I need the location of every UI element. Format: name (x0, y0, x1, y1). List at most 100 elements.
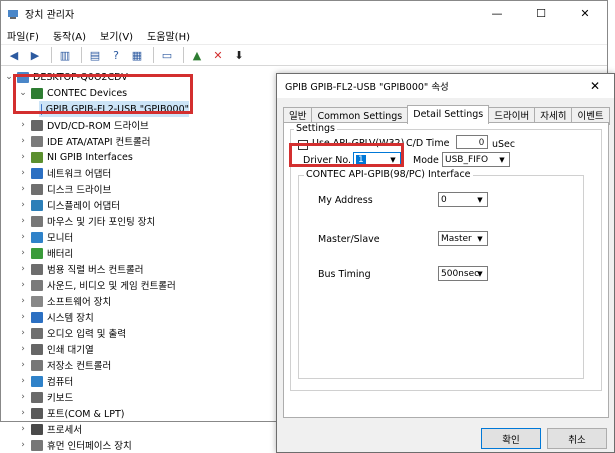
tree-item-label: 소프트웨어 장치 (47, 297, 112, 308)
tree-item-label: 사운드, 비디오 및 게임 컨트롤러 (47, 281, 176, 292)
dropdown-arrow-icon: ▼ (477, 269, 483, 278)
bus-timing-label: Bus Timing (318, 269, 371, 280)
expand-chevron-icon[interactable]: › (17, 424, 29, 434)
expand-chevron-icon[interactable]: › (17, 136, 29, 146)
tree-item-label: 모니터 (47, 233, 74, 244)
settings-group-label: Settings (294, 123, 337, 134)
tree-item-label: 저장소 컨트롤러 (47, 361, 112, 372)
expand-chevron-icon[interactable]: › (17, 392, 29, 402)
tree-item-label: 네트워크 어댑터 (47, 169, 112, 180)
cd-time-unit: uSec (492, 139, 516, 150)
tree-item-label: 컴퓨터 (47, 377, 74, 388)
bus-timing-select[interactable]: 500nsec ▼ (438, 266, 488, 281)
menu-view[interactable]: 보기(V) (100, 28, 133, 43)
close-button[interactable]: ✕ (563, 1, 607, 26)
console-tree-icon[interactable]: ▥ (56, 46, 74, 64)
expand-chevron-icon[interactable]: › (17, 312, 29, 322)
menu-bar: 파일(F) 동작(A) 보기(V) 도움말(H) (1, 26, 607, 44)
cd-time-label: C/D Time (406, 138, 450, 149)
menu-help[interactable]: 도움말(H) (147, 28, 190, 43)
mode-select[interactable]: USB_FIFO ▼ (442, 152, 510, 167)
device-category-icon (31, 279, 43, 291)
master-slave-value: Master (441, 233, 472, 244)
my-address-select[interactable]: 0 ▼ (438, 192, 488, 207)
dialog-title: GPIB GPIB-FL2-USB "GPIB000" 속성 (277, 74, 614, 98)
device-category-icon (31, 247, 43, 259)
expand-chevron-icon[interactable]: › (17, 152, 29, 162)
device-category-icon (31, 135, 43, 147)
toolbar: ◀ ▶ ▥ ▤ ? ▦ ▭ ▲ ✕ ⬇ (1, 44, 607, 66)
menu-file[interactable]: 파일(F) (7, 28, 39, 43)
expand-chevron-icon[interactable]: › (17, 440, 29, 450)
device-category-icon (31, 311, 43, 323)
expand-chevron-icon[interactable]: › (17, 200, 29, 210)
tree-item-label: 오디오 입력 및 출력 (47, 329, 126, 340)
highlight-box-contec (13, 74, 193, 114)
toolbar-separator (183, 47, 184, 63)
master-slave-label: Master/Slave (318, 234, 380, 245)
toolbar-separator (51, 47, 52, 63)
expand-chevron-icon[interactable]: › (17, 328, 29, 338)
interface-group-label: CONTEC API-GPIB(98/PC) Interface (304, 169, 473, 180)
tree-item-label: IDE ATA/ATAPI 컨트롤러 (47, 137, 151, 148)
device-category-icon (31, 231, 43, 243)
cancel-button[interactable]: 취소 (547, 428, 607, 449)
expand-chevron-icon[interactable]: › (17, 184, 29, 194)
tree-item-label: 키보드 (47, 393, 74, 404)
device-category-icon (31, 375, 43, 387)
tree-item-label: 프로세서 (47, 425, 82, 436)
device-category-icon (31, 183, 43, 195)
expand-chevron-icon[interactable]: › (17, 120, 29, 130)
show-hidden-icon[interactable]: ▦ (128, 46, 146, 64)
tree-item-label: 마우스 및 기타 포인팅 장치 (47, 217, 156, 228)
ok-button[interactable]: 확인 (481, 428, 541, 449)
expand-chevron-icon[interactable]: › (17, 232, 29, 242)
scan-hardware-icon[interactable]: ▭ (158, 46, 176, 64)
properties-icon[interactable]: ▤ (86, 46, 104, 64)
my-address-label: My Address (318, 195, 373, 206)
expand-chevron-icon[interactable]: › (17, 296, 29, 306)
expand-chevron-icon[interactable]: › (17, 344, 29, 354)
dialog-close-button[interactable]: ✕ (576, 74, 614, 98)
expand-chevron-icon[interactable]: › (17, 248, 29, 258)
minimize-button[interactable]: — (475, 1, 519, 26)
device-manager-icon (7, 8, 19, 20)
expand-chevron-icon[interactable]: › (17, 264, 29, 274)
mode-label: Mode (413, 155, 439, 166)
tree-item-label: NI GPIB Interfaces (47, 151, 133, 163)
tab-detail-settings[interactable]: Detail Settings (407, 105, 490, 124)
tree-item-label: 인쇄 대기열 (47, 345, 94, 356)
cd-time-input[interactable] (456, 135, 488, 149)
device-category-icon (31, 423, 43, 435)
master-slave-select[interactable]: Master ▼ (438, 231, 488, 246)
back-arrow-icon[interactable]: ◀ (5, 46, 23, 64)
forward-arrow-icon[interactable]: ▶ (26, 46, 44, 64)
dropdown-arrow-icon: ▼ (477, 234, 483, 243)
toolbar-separator (153, 47, 154, 63)
tab-strip: 일반 Common Settings Detail Settings 드라이버 … (283, 105, 610, 125)
maximize-button[interactable]: ☐ (519, 1, 563, 26)
device-category-icon (31, 391, 43, 403)
device-category-icon (31, 263, 43, 275)
dropdown-arrow-icon: ▼ (477, 195, 483, 204)
expand-chevron-icon[interactable]: › (17, 168, 29, 178)
properties-dialog: GPIB GPIB-FL2-USB "GPIB000" 속성 ✕ 일반 Comm… (276, 73, 615, 453)
menu-action[interactable]: 동작(A) (53, 28, 86, 43)
update-driver-icon[interactable]: ▲ (188, 46, 206, 64)
device-category-icon (31, 215, 43, 227)
dropdown-arrow-icon: ▼ (499, 155, 505, 164)
window-controls: — ☐ ✕ (475, 1, 607, 26)
device-category-icon (31, 119, 43, 131)
expand-chevron-icon[interactable]: › (17, 280, 29, 290)
help-icon[interactable]: ? (107, 46, 125, 64)
device-category-icon (31, 407, 43, 419)
uninstall-icon[interactable]: ✕ (209, 46, 227, 64)
device-category-icon (31, 199, 43, 211)
device-category-icon (31, 167, 43, 179)
mode-value: USB_FIFO (445, 154, 489, 165)
disable-device-icon[interactable]: ⬇ (230, 46, 248, 64)
expand-chevron-icon[interactable]: › (17, 376, 29, 386)
expand-chevron-icon[interactable]: › (17, 216, 29, 226)
expand-chevron-icon[interactable]: › (17, 360, 29, 370)
expand-chevron-icon[interactable]: › (17, 408, 29, 418)
